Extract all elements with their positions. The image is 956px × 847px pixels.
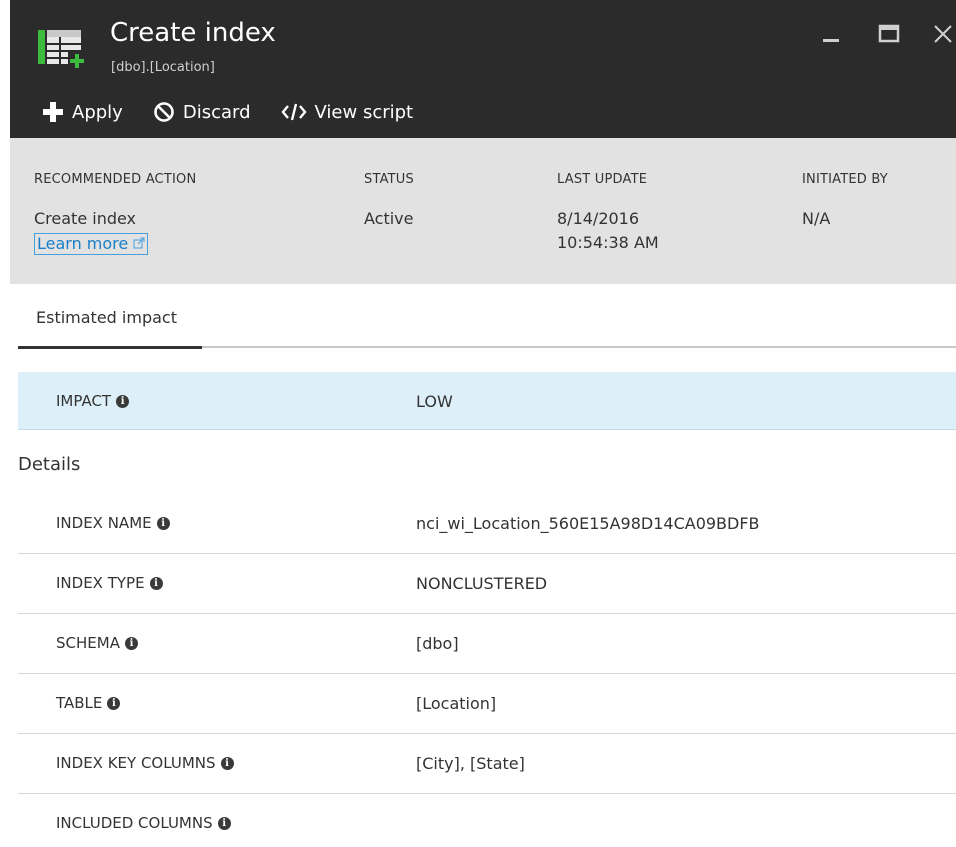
info-icon[interactable]: i: [124, 636, 138, 650]
last-update-date: 8/14/2016: [557, 209, 640, 228]
last-update-header: LAST UPDATE: [557, 172, 648, 187]
discard-button[interactable]: Discard: [153, 101, 251, 123]
detail-label-text: INDEX TYPE: [56, 574, 145, 592]
detail-label-text: INCLUDED COLUMNS: [56, 814, 213, 832]
status-column: STATUS Active: [364, 172, 414, 231]
recommended-action-value: Create index: [34, 209, 137, 228]
initiated-by-column: INITIATED BY N/A: [802, 172, 888, 231]
recommendation-summary: RECOMMENDED ACTION Create index Learn mo…: [10, 138, 956, 284]
discard-label: Discard: [182, 101, 251, 123]
impact-value: LOW: [416, 392, 453, 411]
info-icon[interactable]: i: [116, 394, 130, 408]
info-icon[interactable]: i: [149, 576, 163, 590]
apply-label: Apply: [72, 101, 123, 123]
info-icon[interactable]: i: [220, 756, 234, 770]
status-value: Active: [364, 209, 414, 228]
detail-row-schema: SCHEMA i [dbo]: [18, 614, 956, 674]
tab-active-indicator: [18, 346, 202, 349]
detail-label: INCLUDED COLUMNS i: [56, 814, 231, 832]
detail-label: SCHEMA i: [56, 634, 138, 652]
view-script-button[interactable]: View script: [280, 101, 414, 123]
code-icon: [280, 103, 307, 121]
page-title: Create index: [110, 18, 276, 48]
initiated-by-header: INITIATED BY: [802, 172, 888, 187]
info-icon[interactable]: i: [107, 696, 121, 710]
learn-more-label: Learn more: [37, 234, 129, 253]
command-bar: Apply Discard View script: [42, 97, 443, 127]
detail-row-index-type: INDEX TYPE i NONCLUSTERED: [18, 554, 956, 614]
detail-row-index-name: INDEX NAME i nci_wi_Location_560E15A98D14…: [18, 494, 956, 554]
detail-row-index-key-columns: INDEX KEY COLUMNS i [City], [State]: [18, 734, 956, 794]
learn-more-link[interactable]: Learn more: [34, 233, 149, 255]
last-update-time: 10:54:38 AM: [557, 233, 659, 252]
initiated-by-value: N/A: [802, 209, 831, 228]
detail-value: nci_wi_Location_560E15A98D14CA09BDFB: [416, 514, 760, 533]
view-script-label: View script: [314, 101, 414, 123]
tab-estimated-impact[interactable]: Estimated impact: [36, 308, 177, 327]
minimize-button[interactable]: [818, 20, 844, 48]
detail-value: NONCLUSTERED: [416, 574, 548, 593]
close-icon: [934, 25, 952, 43]
detail-row-table: TABLE i [Location]: [18, 674, 956, 734]
detail-label: TABLE i: [56, 694, 121, 712]
detail-label-text: INDEX NAME: [56, 514, 152, 532]
blade-header: Create index [dbo].[Location] Apply Disc…: [10, 0, 956, 138]
recommended-action-column: RECOMMENDED ACTION Create index Learn mo…: [34, 172, 196, 255]
close-button[interactable]: [930, 20, 956, 48]
page-subtitle: [dbo].[Location]: [111, 60, 215, 75]
maximize-button[interactable]: [876, 20, 902, 48]
details-heading: Details: [18, 454, 81, 475]
index-table-icon: [38, 30, 86, 70]
plus-icon: [43, 102, 63, 122]
external-link-icon: [133, 237, 145, 249]
impact-label-text: IMPACT: [56, 392, 112, 410]
detail-value: [Location]: [416, 694, 497, 713]
detail-row-included-columns: INCLUDED COLUMNS i: [18, 794, 956, 847]
detail-value: [City], [State]: [416, 754, 525, 773]
detail-label-text: SCHEMA: [56, 634, 120, 652]
detail-label: INDEX TYPE i: [56, 574, 163, 592]
status-header: STATUS: [364, 172, 414, 187]
detail-label: INDEX NAME i: [56, 514, 170, 532]
detail-value: [dbo]: [416, 634, 459, 653]
detail-label-text: TABLE: [56, 694, 103, 712]
impact-row: IMPACT i LOW: [18, 372, 956, 430]
impact-label: IMPACT i: [56, 392, 130, 410]
cancel-icon: [154, 102, 174, 122]
detail-label: INDEX KEY COLUMNS i: [56, 754, 234, 772]
recommended-action-header: RECOMMENDED ACTION: [34, 172, 197, 187]
apply-button[interactable]: Apply: [42, 101, 123, 123]
minimize-icon: [823, 39, 839, 42]
maximize-icon: [878, 24, 900, 43]
info-icon[interactable]: i: [156, 516, 170, 530]
detail-label-text: INDEX KEY COLUMNS: [56, 754, 216, 772]
last-update-column: LAST UPDATE 8/14/2016 10:54:38 AM: [557, 172, 659, 255]
info-icon[interactable]: i: [217, 816, 231, 830]
